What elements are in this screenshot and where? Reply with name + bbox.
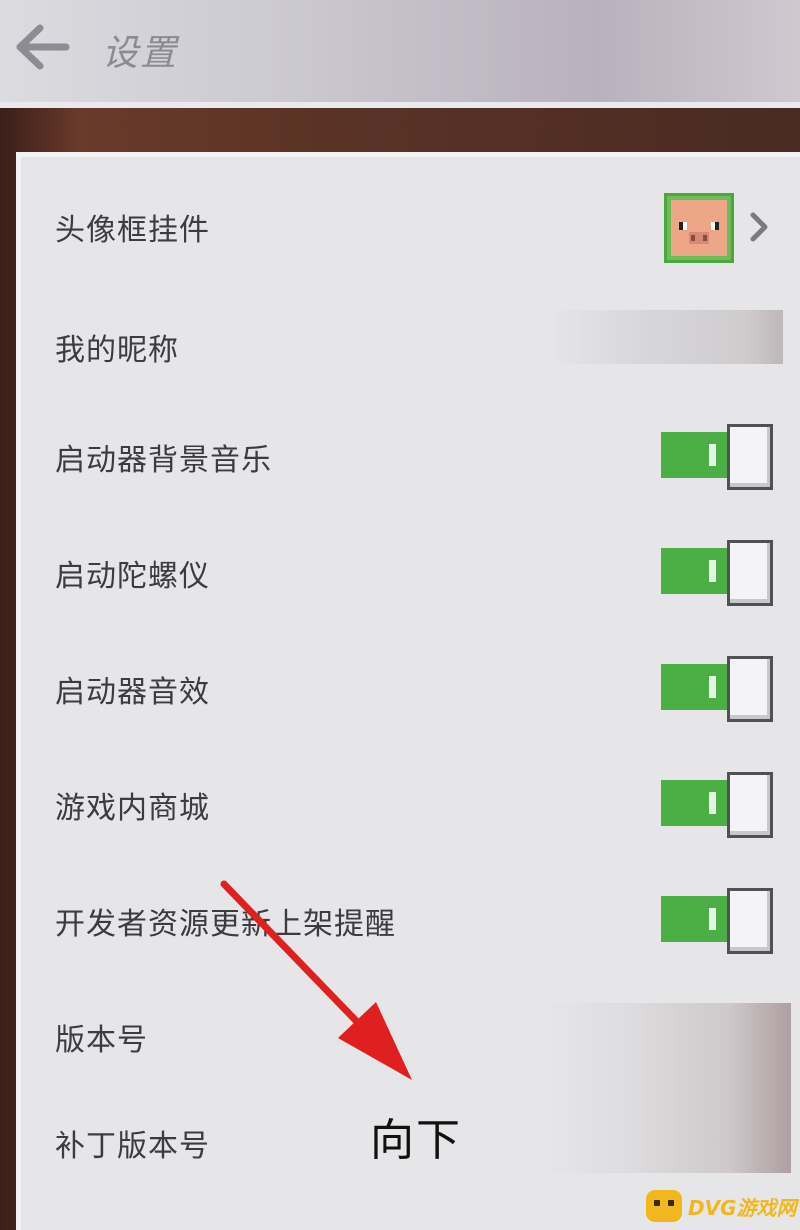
watermark: DVG游戏网	[646, 1186, 800, 1226]
toggle-knob[interactable]	[727, 540, 773, 606]
nickname-value	[549, 310, 783, 364]
toggle-on-indicator	[709, 908, 716, 930]
toggle-knob[interactable]	[727, 656, 773, 722]
toggle-knob[interactable]	[727, 424, 773, 490]
pig-avatar-icon[interactable]	[664, 193, 734, 263]
setting-label: 游戏内商城	[55, 791, 210, 826]
setting-row-launcher-bgm: 启动器背景音乐	[21, 402, 800, 512]
toggle-launcher-bgm[interactable]	[661, 424, 773, 490]
toggle-gyroscope[interactable]	[661, 540, 773, 606]
setting-label: 启动陀螺仪	[55, 559, 210, 594]
back-arrow-icon[interactable]	[14, 24, 70, 70]
setting-row-gyroscope: 启动陀螺仪	[21, 518, 800, 628]
top-bar: 设置	[0, 0, 800, 108]
page-title: 设置	[102, 33, 179, 74]
toggle-on-indicator	[709, 792, 716, 814]
setting-label: 补丁版本号	[55, 1129, 210, 1164]
toggle-dev-resource-update[interactable]	[661, 888, 773, 954]
toggle-on-indicator	[709, 444, 716, 466]
setting-label: 我的昵称	[55, 333, 179, 368]
setting-label: 头像框挂件	[55, 213, 210, 248]
toggle-on-indicator	[709, 560, 716, 582]
setting-label: 启动器背景音乐	[55, 443, 272, 478]
toggle-on-indicator	[709, 676, 716, 698]
toggle-launcher-sfx[interactable]	[661, 656, 773, 722]
setting-label: 启动器音效	[55, 675, 210, 710]
setting-row-in-game-store: 游戏内商城	[21, 750, 800, 860]
setting-label: 版本号	[55, 1023, 148, 1058]
setting-row-version: 版本号	[21, 982, 800, 1092]
setting-label: 开发者资源更新上架提醒	[55, 907, 396, 942]
gamepad-logo-icon	[646, 1190, 682, 1222]
chevron-right-icon[interactable]	[747, 207, 773, 247]
toggle-knob[interactable]	[727, 772, 773, 838]
setting-row-avatar-frame[interactable]: 头像框挂件	[21, 157, 800, 267]
settings-panel: 头像框挂件 我的昵称 启动器背景音乐 启动陀螺仪 启动器音效 游戏内商城 开发者…	[16, 152, 800, 1230]
watermark-text: DVG游戏网	[688, 1195, 797, 1220]
setting-row-dev-resource-update: 开发者资源更新上架提醒	[21, 866, 800, 976]
setting-row-launcher-sfx: 启动器音效	[21, 634, 800, 744]
toggle-in-game-store[interactable]	[661, 772, 773, 838]
setting-row-nickname[interactable]: 我的昵称	[21, 297, 800, 407]
toggle-knob[interactable]	[727, 888, 773, 954]
scroll-down-annotation: 向下	[370, 1115, 462, 1166]
